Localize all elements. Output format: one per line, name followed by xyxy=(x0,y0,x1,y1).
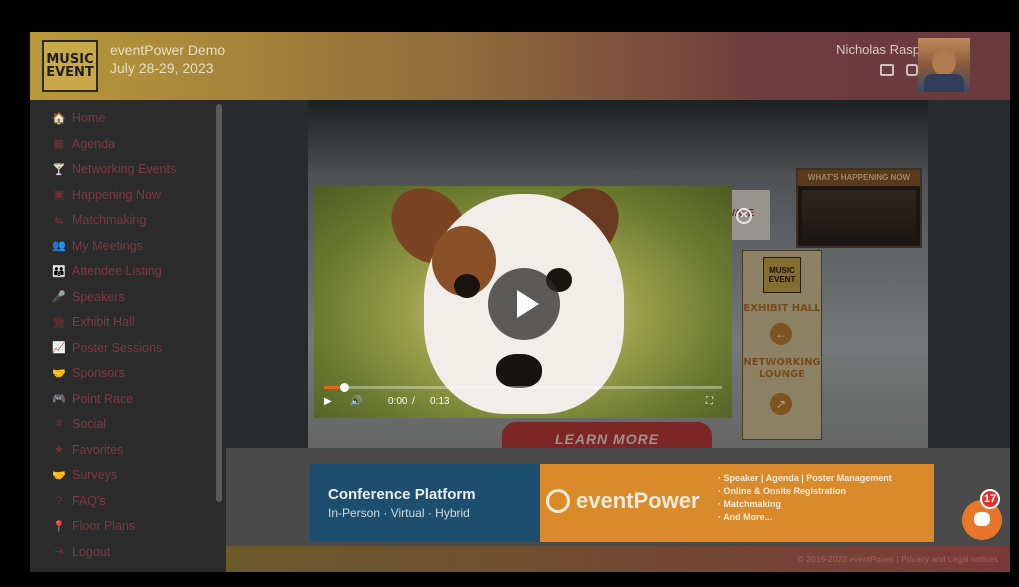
sidebar-item-label: Exhibit Hall xyxy=(72,315,135,329)
survey-icon: 🤝 xyxy=(52,469,66,482)
copy-icon[interactable] xyxy=(906,64,918,76)
sidebar-item-label: Speakers xyxy=(72,289,125,304)
sidebar-item-poster-sessions[interactable]: 📈 Poster Sessions xyxy=(52,338,162,358)
sidebar-item-label: Surveys xyxy=(72,468,118,482)
sidebar: 🏠 Home ▦ Agenda 🍸 Networking Events ▣ Happening… xyxy=(30,100,226,572)
app-window: MUSIC EVENT eventPower Demo July 28-29, … xyxy=(30,32,1010,572)
top-header: MUSIC EVENT eventPower Demo July 28-29, … xyxy=(30,32,1010,100)
speaker-icon: 🎤 xyxy=(52,291,66,303)
sidebar-item-matchmaking[interactable]: ⇆ Matchmaking xyxy=(52,210,146,230)
current-time: 0:00 xyxy=(388,396,408,407)
footer: © 2016-2023 eventPower | Privacy and Leg… xyxy=(226,546,1010,572)
event-dates: July 28-29, 2023 xyxy=(110,60,214,76)
sidebar-item-label: Home xyxy=(72,111,106,125)
building-icon: 🏛 xyxy=(52,316,66,329)
ad-bullet: · Online & Onsite Registration xyxy=(718,486,847,496)
glass-icon: 🍸 xyxy=(52,163,66,176)
logo-line-2: EVENT xyxy=(46,65,94,80)
sidebar-item-surveys[interactable]: 🤝 Surveys xyxy=(52,465,117,485)
map-pin-icon: 📍 xyxy=(52,520,66,533)
star-icon: ★ xyxy=(54,444,64,456)
play-small-icon[interactable]: ▶ xyxy=(324,394,332,410)
sidebar-item-home[interactable]: 🏠 Home xyxy=(52,108,105,128)
ad-brand: eventPower xyxy=(546,488,700,514)
sidebar-item-label: Floor Plans xyxy=(72,519,136,533)
match-icon: ⇆ xyxy=(54,214,64,227)
ad-brand-text: eventPower xyxy=(576,488,700,513)
duration: 0:13 xyxy=(430,396,450,407)
chat-badge: 17 xyxy=(980,489,1000,509)
sidebar-item-label: My Meetings xyxy=(72,238,143,253)
progress-handle[interactable] xyxy=(339,383,349,392)
calendar-icon: ▦ xyxy=(53,138,65,150)
gamepad-icon: 🎮 xyxy=(52,393,66,405)
calendar-check-icon: ▣ xyxy=(53,189,65,201)
sidebar-item-label: Logout xyxy=(72,544,111,559)
sidebar-item-label: Point Race xyxy=(72,391,134,406)
main-content: WAVE WHAT'S HAPPENING NOW MUSIC EVENT EX… xyxy=(226,100,1010,572)
sidebar-item-attendee-listing[interactable]: 👪 Attendee Listing xyxy=(52,261,162,281)
sidebar-item-exhibit-hall[interactable]: 🏛 Exhibit Hall xyxy=(52,312,135,332)
logout-icon: ⇥ xyxy=(54,546,64,558)
sidebar-item-favorites[interactable]: ★ Favorites xyxy=(52,440,123,460)
question-icon: ? xyxy=(55,494,63,507)
event-logo[interactable]: MUSIC EVENT xyxy=(42,40,98,92)
eventpower-logo-icon xyxy=(546,489,570,513)
sidebar-scrollbar[interactable] xyxy=(216,104,222,502)
video-player[interactable]: ▶ 🔊 0:00 / 0:13 ⛶ xyxy=(314,186,732,418)
time-separator: / xyxy=(412,396,415,407)
sidebar-item-sponsors[interactable]: 🤝 Sponsors xyxy=(52,363,125,383)
close-icon[interactable]: ✕ xyxy=(736,208,752,224)
avatar[interactable] xyxy=(918,38,970,92)
sidebar-item-label: Happening Now xyxy=(72,187,161,202)
fullscreen-icon[interactable]: ⛶ xyxy=(706,394,713,410)
ad-bullets: · Speaker | Agenda | Poster Management ·… xyxy=(718,472,892,524)
sidebar-item-label: Sponsors xyxy=(72,366,125,380)
group-icon: 👪 xyxy=(52,265,66,278)
chat-icon xyxy=(974,512,990,526)
sidebar-item-label: Social xyxy=(72,417,107,431)
user-actions xyxy=(880,64,918,76)
sidebar-item-label: Networking Events xyxy=(72,162,177,176)
footer-text[interactable]: © 2016-2023 eventPower | Privacy and Leg… xyxy=(798,554,998,564)
user-name[interactable]: Nicholas Rasp xyxy=(836,42,920,57)
sidebar-item-label: FAQ's xyxy=(72,493,106,508)
sidebar-item-label: Agenda xyxy=(72,136,116,151)
sidebar-item-my-meetings[interactable]: 👥 My Meetings xyxy=(52,236,143,256)
sidebar-item-happening-now[interactable]: ▣ Happening Now xyxy=(52,185,161,205)
sidebar-item-networking-events[interactable]: 🍸 Networking Events xyxy=(52,159,176,179)
sidebar-item-label: Poster Sessions xyxy=(72,340,163,355)
play-icon xyxy=(517,290,539,318)
sidebar-item-speakers[interactable]: 🎤 Speakers xyxy=(52,287,125,307)
ad-bullet: · Matchmaking xyxy=(718,499,782,509)
event-title: eventPower Demo xyxy=(110,42,226,58)
handshake-icon: 🤝 xyxy=(52,367,66,380)
hashtag-icon: # xyxy=(55,418,63,430)
sidebar-item-logout[interactable]: ⇥ Logout xyxy=(52,542,110,562)
volume-icon[interactable]: 🔊 xyxy=(350,394,362,410)
ad-bullet: · Speaker | Agenda | Poster Management xyxy=(718,473,892,483)
sidebar-item-agenda[interactable]: ▦ Agenda xyxy=(52,134,115,154)
ad-title: Conference Platform xyxy=(328,486,476,503)
sidebar-item-point-race[interactable]: 🎮 Point Race xyxy=(52,389,133,409)
sidebar-item-faq-s[interactable]: ? FAQ's xyxy=(52,491,106,511)
users-icon: 👥 xyxy=(52,240,66,252)
progress-bar[interactable] xyxy=(324,383,722,392)
chart-icon: 📈 xyxy=(52,342,66,354)
id-card-icon[interactable] xyxy=(880,64,894,76)
sidebar-item-floor-plans[interactable]: 📍 Floor Plans xyxy=(52,516,135,536)
ad-bullet: · And More... xyxy=(718,512,773,522)
conference-platform-ad[interactable]: Conference Platform In-Person · Virtual … xyxy=(310,464,934,542)
sidebar-item-label: Matchmaking xyxy=(72,213,147,227)
sidebar-item-social[interactable]: # Social xyxy=(52,414,106,434)
ad-subtitle: In-Person · Virtual · Hybrid xyxy=(328,506,470,520)
sidebar-item-label: Attendee Listing xyxy=(72,264,162,278)
home-icon: 🏠 xyxy=(52,112,66,125)
play-button[interactable] xyxy=(488,268,560,340)
sidebar-item-label: Favorites xyxy=(72,442,124,457)
